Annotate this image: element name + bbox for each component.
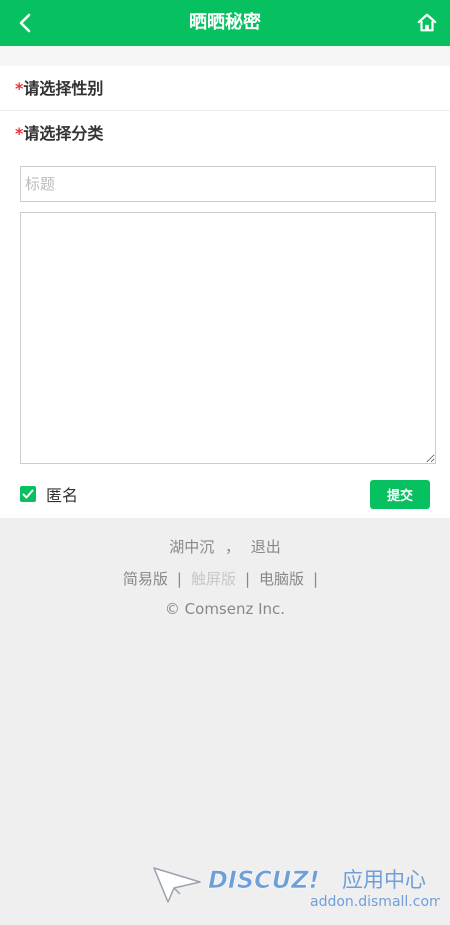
separator: |	[244, 570, 251, 588]
link-touch-version[interactable]: 触屏版	[191, 570, 236, 588]
watermark-brand: DISCUZ!	[208, 866, 320, 894]
anonymous-label: 匿名	[46, 486, 79, 505]
separator: |	[176, 570, 182, 588]
header-spacer	[0, 46, 450, 66]
watermark-brand-cn: 应用中心	[342, 868, 426, 892]
page-title: 晒晒秘密	[189, 12, 261, 33]
discuz-watermark-logo: DISCUZ! 应用中心 addon.dismall.com	[153, 866, 440, 910]
submit-button[interactable]: 提交	[370, 480, 430, 509]
copyright-text: © Comsenz Inc.	[164, 600, 286, 618]
category-select-label: 请选择分类	[23, 124, 104, 143]
watermark-url: addon.dismall.com	[310, 894, 440, 910]
category-select[interactable]: *请选择分类	[0, 112, 450, 156]
separator: ，	[224, 538, 240, 556]
content-textarea[interactable]	[20, 212, 436, 464]
anonymous-option[interactable]: 匿名	[20, 484, 79, 505]
title-input[interactable]	[20, 166, 436, 202]
footer-version-links: 简易版 | 触屏版 | 电脑版 |	[0, 568, 450, 589]
checkmark-icon	[22, 489, 34, 499]
separator: |	[313, 570, 319, 588]
footer-user-line: 湖中沉 ， 退出	[0, 536, 450, 557]
link-simple-version[interactable]: 简易版	[123, 570, 168, 588]
link-pc-version[interactable]: 电脑版	[259, 570, 304, 588]
top-nav-bar: 晒晒秘密	[0, 0, 450, 46]
username-link[interactable]: 湖中沉	[169, 538, 214, 556]
anonymous-checkbox[interactable]	[20, 486, 36, 502]
gender-select[interactable]: *请选择性别	[0, 67, 450, 111]
gender-select-label: 请选择性别	[23, 79, 104, 98]
logout-link[interactable]: 退出	[251, 538, 281, 556]
post-form: *请选择性别 *请选择分类 匿名 提交	[0, 66, 450, 518]
home-icon[interactable]	[416, 12, 438, 34]
